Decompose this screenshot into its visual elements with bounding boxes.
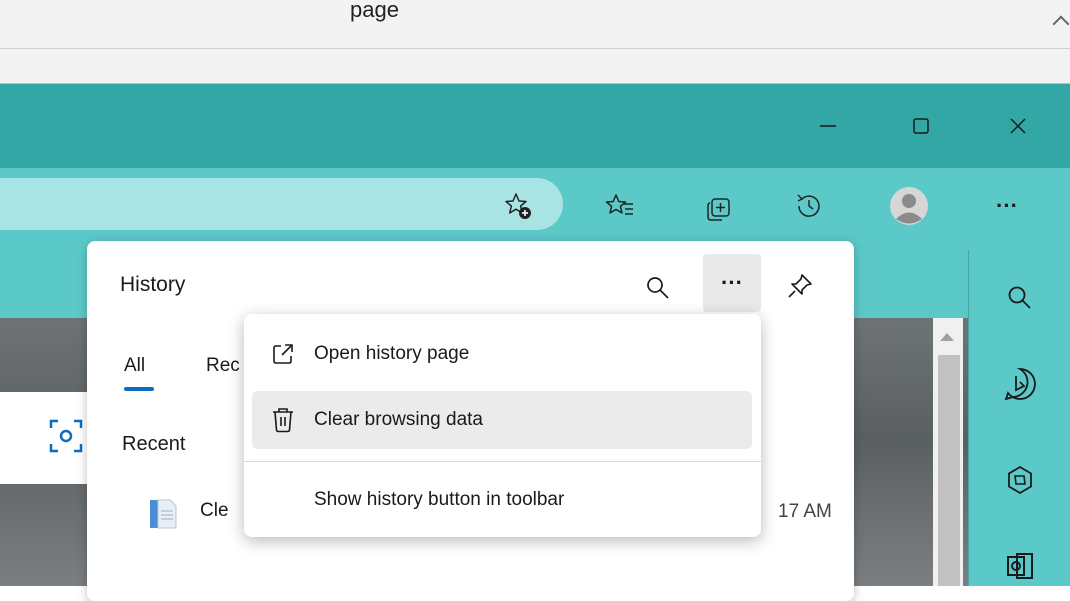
outer-title-fragment: page <box>350 0 399 22</box>
tab-recently-closed[interactable]: Rec <box>206 355 240 377</box>
minimize-button[interactable] <box>808 106 848 146</box>
address-bar[interactable] <box>0 178 563 230</box>
more-icon: ··· <box>721 270 743 295</box>
menu-item-clear-browsing-data[interactable]: Clear browsing data <box>252 391 752 449</box>
history-title: History <box>120 273 186 296</box>
trash-icon <box>252 407 314 433</box>
favorites-button[interactable] <box>598 184 642 228</box>
history-icon <box>797 194 820 217</box>
settings-more-button[interactable]: ··· <box>985 184 1029 228</box>
close-button[interactable] <box>998 106 1038 146</box>
page-icon <box>148 498 178 535</box>
outer-strip <box>0 49 1070 83</box>
copilot-icon <box>1008 465 1032 495</box>
minimize-icon <box>820 125 836 127</box>
page-card <box>0 392 88 484</box>
menu-item-label: Clear browsing data <box>314 409 483 430</box>
menu-item-label: Open history page <box>314 343 470 364</box>
history-more-options-button[interactable]: ··· <box>703 254 761 312</box>
outer-app-header <box>0 0 1070 48</box>
search-icon <box>647 277 669 299</box>
bing-chat-icon <box>1004 368 1036 401</box>
visual-search-icon[interactable] <box>48 418 84 454</box>
history-entry-title[interactable]: Cle <box>200 500 229 522</box>
menu-divider <box>244 461 761 462</box>
divider <box>968 250 969 586</box>
sidebar-bing-button[interactable] <box>990 354 1050 414</box>
close-icon <box>1010 118 1026 134</box>
pin-icon <box>788 274 812 298</box>
tab-all[interactable]: All <box>124 355 145 377</box>
scrollbar-thumb[interactable] <box>938 355 960 586</box>
scroll-up-arrow-icon[interactable] <box>940 333 954 341</box>
tab-active-indicator <box>124 387 154 391</box>
profile-avatar[interactable] <box>887 184 931 228</box>
maximize-icon <box>913 118 929 134</box>
sidebar-search-button[interactable] <box>990 268 1050 328</box>
menu-item-label: Show history button in toolbar <box>314 489 565 510</box>
menu-item-open-history-page[interactable]: Open history page <box>252 325 752 383</box>
maximize-button[interactable] <box>901 106 941 146</box>
history-button[interactable] <box>787 184 831 228</box>
sidebar-office-button[interactable] <box>990 536 1050 596</box>
history-pin-button[interactable] <box>778 264 822 308</box>
add-favorite-button[interactable] <box>496 184 540 228</box>
avatar-icon <box>890 187 928 225</box>
open-external-icon <box>252 342 314 366</box>
recent-heading: Recent <box>122 433 186 455</box>
outlook-icon <box>1007 553 1033 579</box>
collections-button[interactable] <box>696 187 740 231</box>
star-add-icon <box>505 193 531 219</box>
favorites-icon <box>605 194 633 215</box>
history-search-button[interactable] <box>636 266 680 310</box>
collections-icon <box>707 198 730 221</box>
menu-item-show-history-button[interactable]: Show history button in toolbar <box>252 471 752 529</box>
sidebar-copilot-button[interactable] <box>990 450 1050 510</box>
history-entry-time: 17 AM <box>778 501 832 522</box>
search-icon <box>1008 286 1031 309</box>
